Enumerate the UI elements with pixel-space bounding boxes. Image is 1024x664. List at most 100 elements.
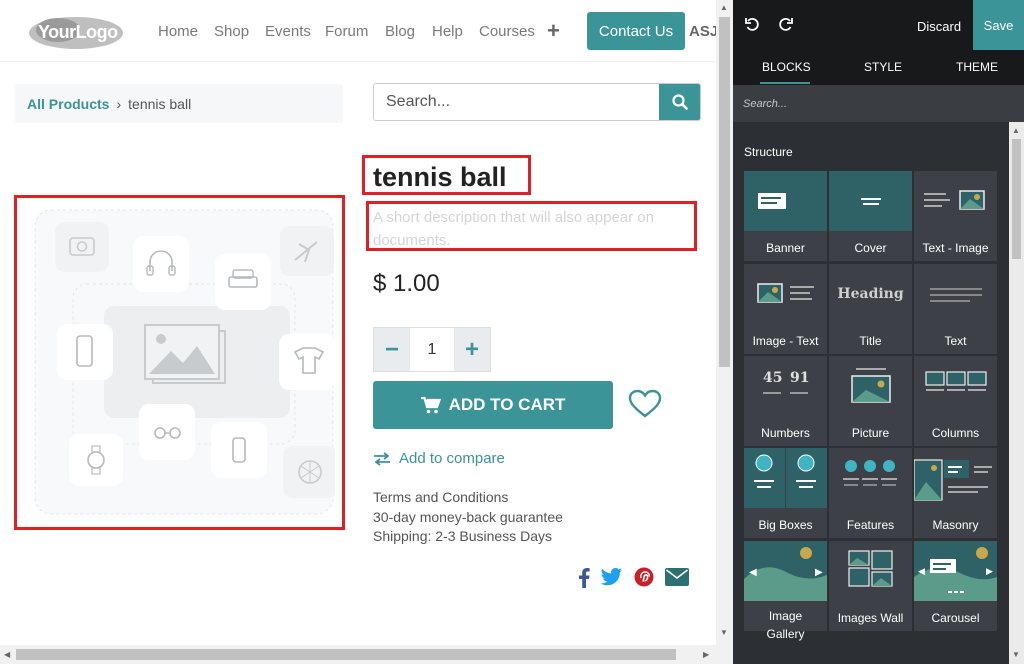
search-input[interactable]	[374, 84, 661, 120]
block-big-boxes[interactable]: Big Boxes	[744, 448, 827, 538]
block-cover[interactable]: Cover	[829, 171, 912, 261]
nav-home[interactable]: Home	[158, 23, 198, 40]
add-to-compare-link[interactable]: Add to compare	[373, 450, 505, 467]
product-search	[373, 83, 701, 121]
block-masonry[interactable]: Masonry	[914, 448, 997, 538]
block-carousel[interactable]: ◀ ▶ Carousel	[914, 541, 997, 631]
block-label: Image - Text	[752, 334, 819, 348]
title-thumbnail: Heading	[829, 264, 912, 324]
numbers-thumbnail-text: 45	[763, 370, 783, 386]
svg-text:◀: ◀	[749, 567, 757, 578]
nav-blog[interactable]: Blog	[385, 23, 415, 40]
quantity-increase-button[interactable]: +	[454, 328, 490, 371]
nav-help[interactable]: Help	[432, 23, 463, 40]
terms-block: Terms and Conditions 30-day money-back g…	[373, 488, 563, 547]
editor-vertical-scrollbar[interactable]: ▲ ▼	[1009, 122, 1024, 664]
block-label: Banner	[766, 241, 805, 255]
block-label: Cover	[854, 241, 887, 255]
scroll-left-arrow-icon[interactable]: ◀	[4, 650, 10, 659]
editor-scroll-thumb[interactable]	[1012, 139, 1021, 259]
scroll-down-arrow-icon[interactable]: ▼	[1012, 650, 1020, 659]
features-thumbnail-icon	[829, 448, 912, 508]
nav-forum[interactable]: Forum	[325, 23, 368, 40]
terms-line: Terms and Conditions	[373, 489, 509, 505]
product-image-placeholder[interactable]	[33, 208, 335, 516]
big-boxes-thumbnail-icon	[744, 448, 827, 508]
search-icon	[671, 94, 688, 110]
scroll-up-arrow-icon[interactable]: ▲	[1012, 126, 1020, 135]
block-features[interactable]: Features	[829, 448, 912, 538]
website-preview: YourLogo Home Shop Events Forum Blog Hel…	[0, 0, 733, 664]
preview-horizontal-scroll-thumb[interactable]	[16, 649, 676, 660]
logo[interactable]: YourLogo	[28, 14, 128, 52]
save-button[interactable]: Save	[973, 0, 1024, 50]
blocks-search-input[interactable]	[733, 85, 1024, 122]
block-numbers[interactable]: 45 91 Numbers	[744, 356, 827, 446]
social-share	[578, 566, 689, 588]
numbers-thumbnail-text: 91	[790, 370, 810, 386]
nav-shop[interactable]: Shop	[214, 23, 249, 40]
discard-button[interactable]: Discard	[917, 19, 961, 34]
product-price: $ 1.00	[373, 270, 440, 297]
quantity-input[interactable]: 1	[410, 328, 454, 371]
preview-vertical-scroll-thumb[interactable]	[719, 17, 730, 367]
block-text[interactable]: Text	[914, 264, 997, 354]
block-banner[interactable]: Banner	[744, 171, 827, 261]
block-label: Image Gallery	[766, 609, 805, 641]
heart-icon	[628, 389, 662, 418]
tab-blocks[interactable]: BLOCKS	[762, 60, 811, 74]
preview-horizontal-scrollbar[interactable]: ◀ ▶	[0, 645, 716, 664]
tab-theme[interactable]: THEME	[956, 60, 998, 74]
nav-events[interactable]: Events	[265, 23, 311, 40]
block-label: Images Wall	[837, 611, 904, 625]
facebook-icon[interactable]	[578, 566, 590, 588]
tab-style[interactable]: STYLE	[864, 60, 902, 74]
compare-label: Add to compare	[399, 450, 505, 467]
block-label: Columns	[931, 426, 980, 440]
email-icon[interactable]	[665, 568, 689, 586]
block-images-wall[interactable]: Images Wall	[829, 541, 912, 631]
user-menu[interactable]: ASJ	[689, 23, 718, 40]
scroll-right-arrow-icon[interactable]: ▶	[703, 650, 709, 659]
section-label-structure: Structure	[744, 145, 793, 159]
block-image-text[interactable]: Image - Text	[744, 264, 827, 354]
scroll-up-arrow-icon[interactable]: ▲	[720, 3, 728, 12]
block-text-image[interactable]: Text - Image	[914, 171, 997, 261]
undo-icon[interactable]	[745, 17, 759, 31]
app-root: YourLogo Home Shop Events Forum Blog Hel…	[0, 0, 1024, 664]
banner-thumbnail-icon	[744, 171, 827, 231]
twitter-icon[interactable]	[601, 568, 623, 586]
quantity-stepper: − 1 +	[373, 327, 491, 372]
preview-vertical-scrollbar[interactable]: ▲ ▼	[716, 0, 733, 664]
product-description[interactable]: A short description that will also appea…	[373, 206, 693, 252]
breadcrumb: All Products › tennis ball	[15, 84, 343, 123]
block-picture[interactable]: Picture	[829, 356, 912, 446]
editor-toolbar: Discard Save	[733, 0, 1024, 50]
pinterest-icon[interactable]	[634, 567, 654, 587]
scroll-down-arrow-icon[interactable]: ▼	[720, 628, 728, 637]
text-image-thumbnail-icon	[914, 171, 997, 231]
block-label: Carousel	[931, 611, 980, 625]
add-to-cart-button[interactable]: ADD TO CART	[373, 381, 613, 429]
block-image-gallery[interactable]: ◀ ▶ Image Gallery	[744, 541, 827, 641]
masonry-thumbnail-icon	[914, 448, 997, 508]
contact-us-button[interactable]: Contact Us	[587, 12, 685, 50]
breadcrumb-all-products[interactable]: All Products	[27, 96, 109, 112]
nav-courses[interactable]: Courses	[479, 23, 535, 40]
image-gallery-thumbnail-icon: ◀ ▶	[744, 541, 827, 601]
block-columns[interactable]: Columns	[914, 356, 997, 446]
image-text-thumbnail-icon	[744, 264, 827, 324]
add-menu-plus-icon[interactable]: +	[547, 18, 560, 44]
logo-text: YourLogo	[38, 22, 118, 42]
wishlist-button[interactable]	[628, 389, 662, 424]
block-label: Numbers	[761, 426, 810, 440]
product-title[interactable]: tennis ball	[373, 162, 507, 193]
search-button[interactable]	[659, 84, 700, 120]
redo-icon[interactable]	[779, 17, 793, 31]
block-label: Features	[846, 518, 895, 532]
quantity-decrease-button[interactable]: −	[374, 328, 410, 371]
title-thumbnail-text: Heading	[837, 286, 904, 302]
numbers-thumbnail: 45 91	[744, 356, 827, 416]
block-title[interactable]: Heading Title	[829, 264, 912, 354]
block-label: Masonry	[932, 518, 979, 532]
